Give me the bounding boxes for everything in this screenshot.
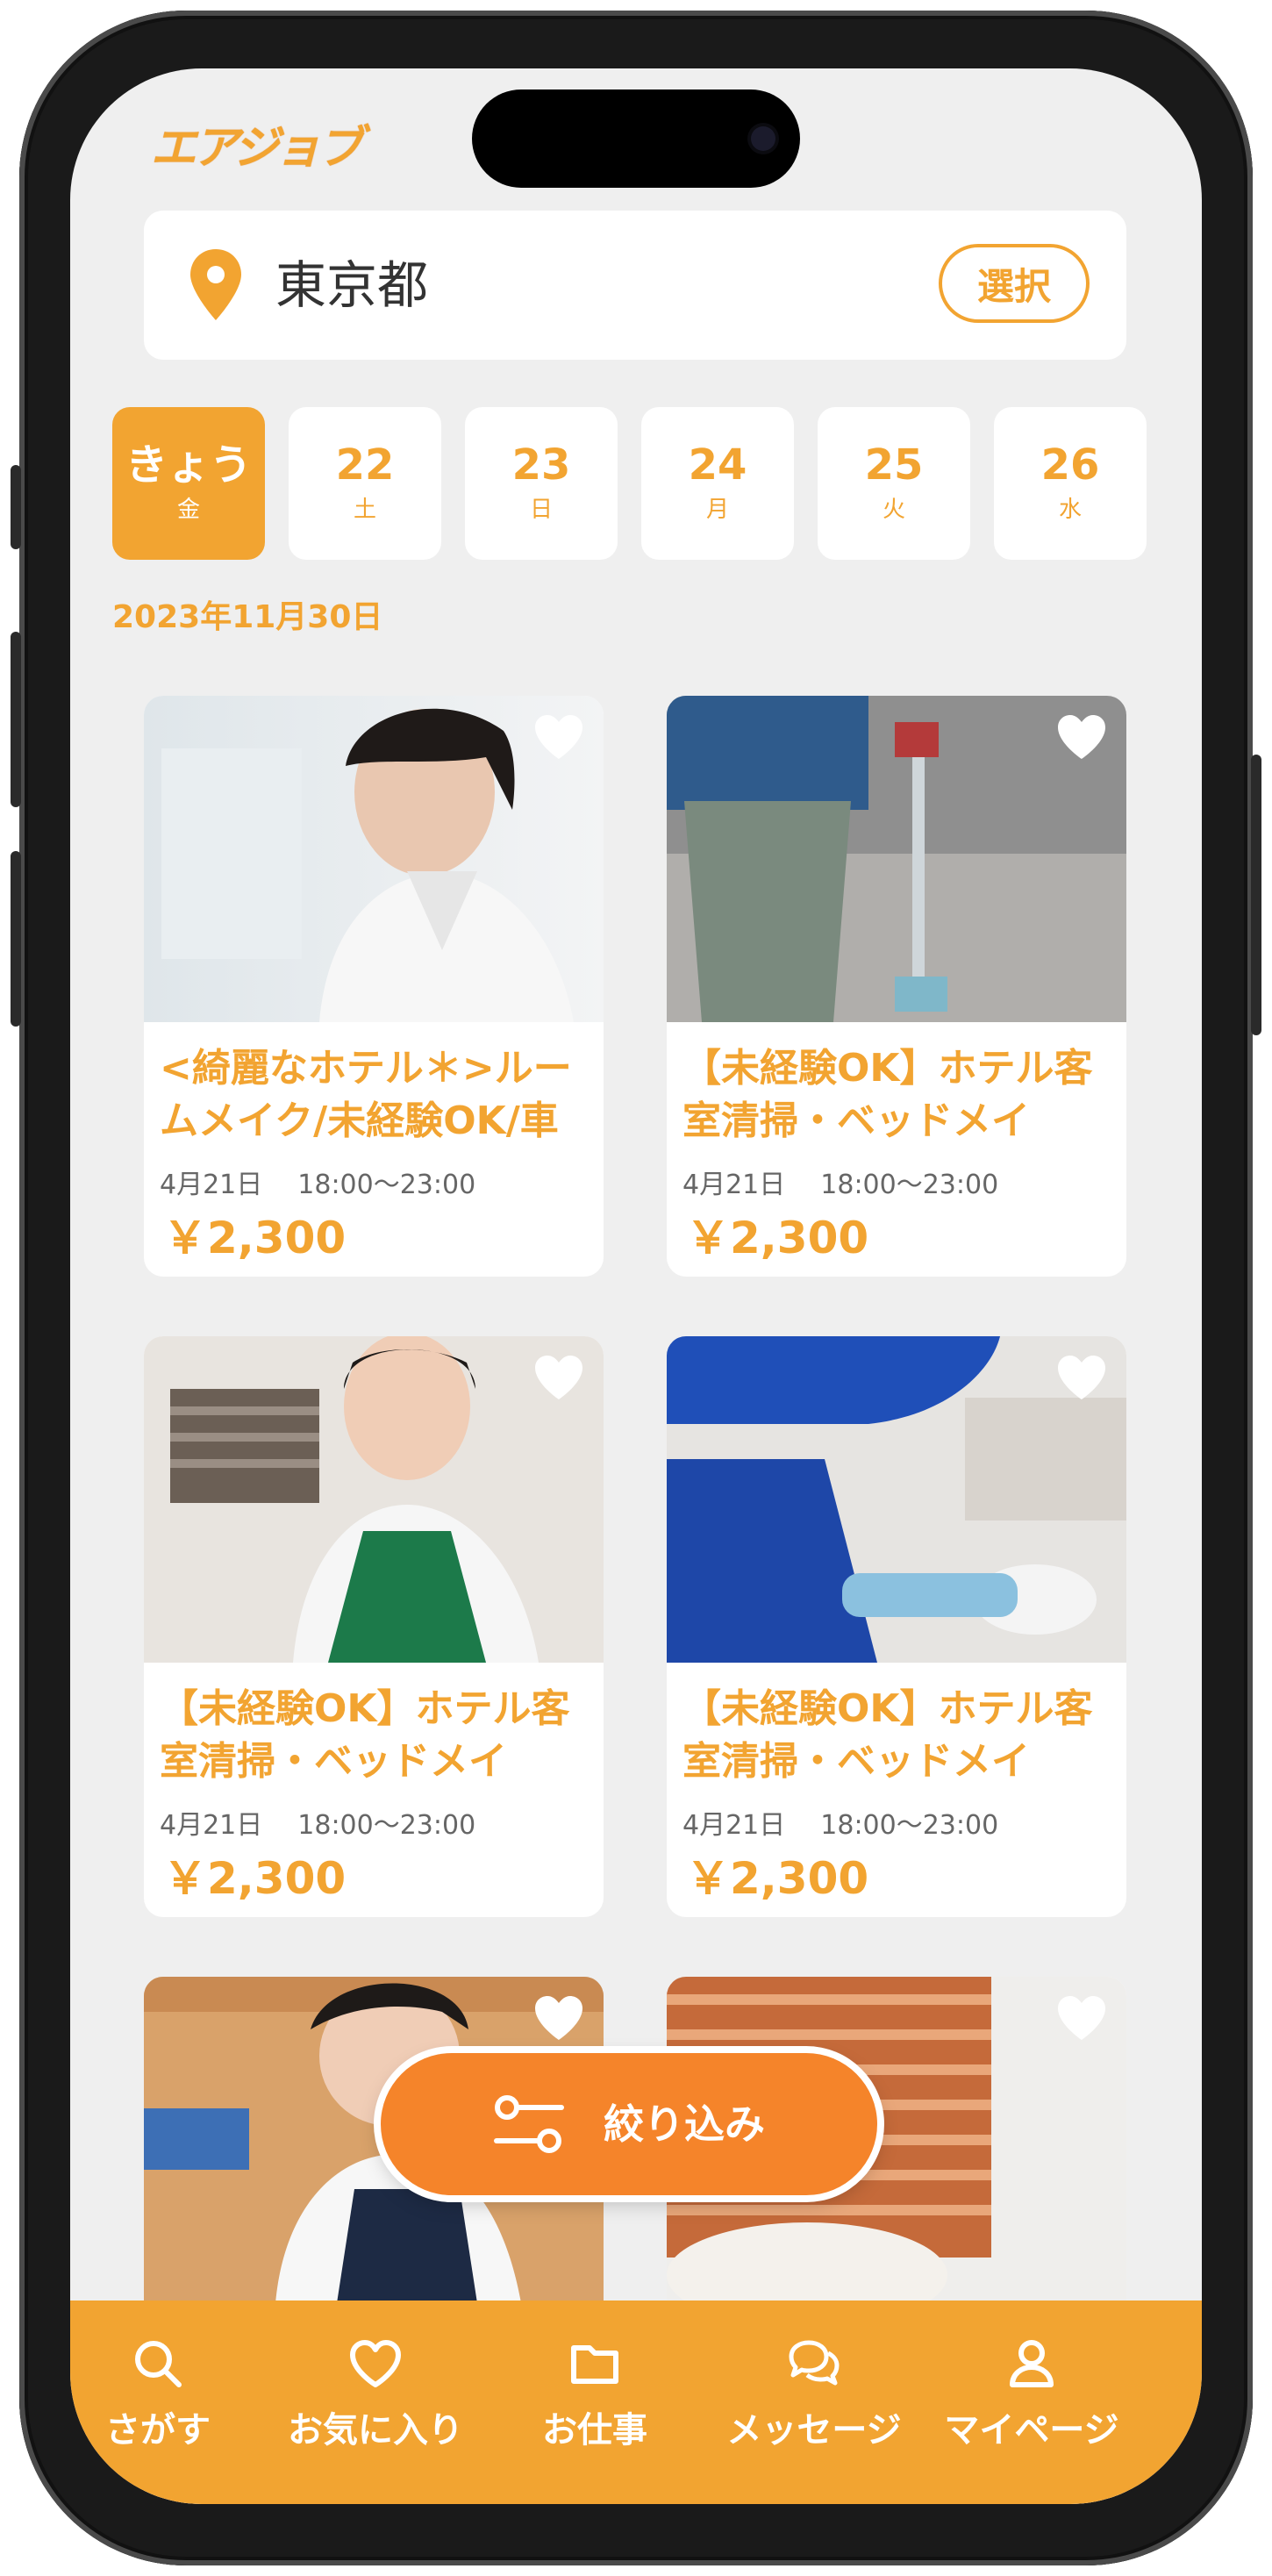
app-logo: エアジョブ — [151, 122, 363, 175]
date-weekday: 日 — [529, 497, 553, 523]
job-date: 4月21日 — [682, 1810, 786, 1841]
tab-messages[interactable]: メッセージ — [709, 2336, 919, 2451]
job-title: <綺麗なホテル＊>ルームメイク/未経験OK/車 — [160, 1046, 572, 1143]
job-price: ￥2,300 — [686, 1213, 869, 1263]
tab-label: お気に入り — [288, 2410, 463, 2451]
date-number: きょう — [125, 440, 252, 490]
job-time: 18:00〜23:00 — [297, 1810, 476, 1841]
heart-icon — [350, 2340, 401, 2387]
job-time: 18:00〜23:00 — [820, 1810, 999, 1841]
job-time: 18:00〜23:00 — [820, 1170, 999, 1200]
user-icon — [1010, 2340, 1054, 2387]
phone-button — [11, 632, 21, 807]
sliders-icon — [494, 2095, 564, 2153]
job-title: 【未経験OK】ホテル客室清掃・ベッドメイ — [160, 1686, 570, 1784]
dynamic-island — [472, 89, 800, 188]
job-price: ￥2,300 — [163, 1853, 347, 1904]
job-card[interactable]: <綺麗なホテル＊>ルームメイク/未経験OK/車 4月21日 18:00〜23:00… — [144, 696, 604, 1277]
date-weekday: 金 — [176, 497, 200, 523]
job-time: 18:00〜23:00 — [297, 1170, 476, 1200]
location-card[interactable]: 東京都 選択 — [144, 211, 1126, 360]
tab-label: マイページ — [944, 2410, 1119, 2451]
date-item[interactable]: 22 土 — [289, 407, 441, 560]
date-today[interactable]: きょう金 — [112, 407, 265, 560]
search-icon — [135, 2341, 182, 2387]
date-weekday: 月 — [705, 497, 729, 523]
date-number: 26 — [1040, 440, 1100, 490]
phone-button — [1251, 755, 1261, 1035]
heart-icon[interactable] — [533, 1354, 584, 1401]
date-item[interactable]: 26 水 — [994, 407, 1147, 560]
heart-icon[interactable] — [533, 713, 584, 761]
tab-mypage[interactable]: マイページ — [926, 2336, 1137, 2451]
heart-icon[interactable] — [1056, 1354, 1107, 1401]
tab-favorites[interactable]: お気に入り — [270, 2336, 481, 2451]
screen: エアジョブ 東京都 選択 きょう金 22 土 23 日 24 月 25 火 26 水 20… — [70, 68, 1202, 2504]
heart-icon[interactable] — [533, 1994, 584, 2042]
heart-icon[interactable] — [1056, 1994, 1107, 2042]
date-number: 22 — [335, 440, 395, 490]
job-schedule: 4月21日 18:00〜23:00 — [160, 1803, 475, 1842]
chat-icon — [789, 2340, 840, 2386]
select-button[interactable]: 選択 — [939, 244, 1090, 323]
date-item[interactable]: 25 火 — [818, 407, 970, 560]
job-date: 4月21日 — [160, 1170, 263, 1200]
phone-button — [11, 851, 21, 1027]
job-schedule: 4月21日 18:00〜23:00 — [160, 1163, 475, 1201]
tab-label: メッセージ — [726, 2410, 902, 2451]
job-schedule: 4月21日 18:00〜23:00 — [682, 1803, 998, 1842]
date-weekday: 土 — [353, 497, 376, 523]
job-date: 4月21日 — [160, 1810, 263, 1841]
location-value: 東京都 — [275, 255, 429, 315]
filter-button[interactable]: 絞り込み — [381, 2053, 877, 2195]
job-card[interactable]: 【未経験OK】ホテル客室清掃・ベッドメイ 4月21日 18:00〜23:00 ￥2… — [144, 1336, 604, 1917]
date-item[interactable]: 23 日 — [465, 407, 618, 560]
phone-button — [11, 465, 21, 549]
tab-label: さがす — [105, 2410, 211, 2451]
job-price: ￥2,300 — [163, 1213, 347, 1263]
bottom-tab-bar: さがす お気に入り お仕事 メッセージ マイページ — [70, 2301, 1202, 2504]
camera-icon — [751, 126, 775, 151]
date-number: 24 — [688, 440, 747, 490]
heart-icon[interactable] — [1056, 713, 1107, 761]
location-pin-icon — [190, 249, 241, 320]
date-number: 23 — [511, 440, 571, 490]
job-title: 【未経験OK】ホテル客室清掃・ベッドメイ — [682, 1046, 1093, 1143]
date-weekday: 火 — [882, 497, 905, 523]
date-weekday: 水 — [1058, 497, 1082, 523]
date-item[interactable]: 24 月 — [641, 407, 794, 560]
filter-label: 絞り込み — [604, 2100, 765, 2148]
job-date: 4月21日 — [682, 1170, 786, 1200]
tab-label: お仕事 — [542, 2410, 647, 2451]
date-number: 25 — [864, 440, 924, 490]
job-card[interactable]: 【未経験OK】ホテル客室清掃・ベッドメイ 4月21日 18:00〜23:00 ￥2… — [667, 1336, 1126, 1917]
job-schedule: 4月21日 18:00〜23:00 — [682, 1163, 998, 1201]
folder-icon — [571, 2345, 618, 2384]
job-card[interactable]: 【未経験OK】ホテル客室清掃・ベッドメイ 4月21日 18:00〜23:00 ￥2… — [667, 696, 1126, 1277]
selected-date-label: 2023年11月30日 — [112, 599, 383, 635]
tab-search[interactable]: さがす — [70, 2336, 263, 2451]
job-price: ￥2,300 — [686, 1853, 869, 1904]
tab-jobs[interactable]: お仕事 — [490, 2336, 700, 2451]
job-title: 【未経験OK】ホテル客室清掃・ベッドメイ — [682, 1686, 1093, 1784]
